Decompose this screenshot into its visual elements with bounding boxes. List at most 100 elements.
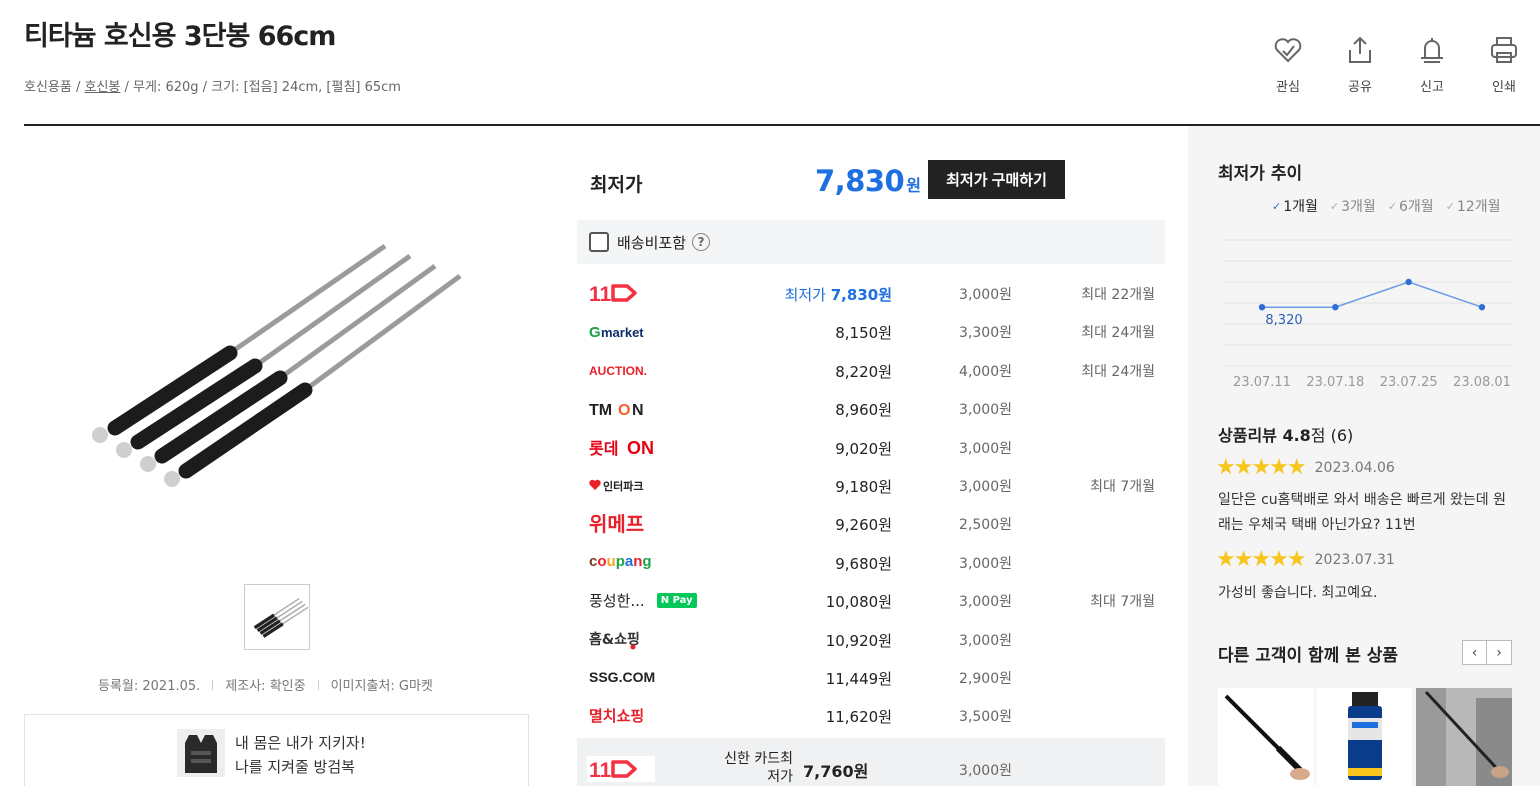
trend-point bbox=[1258, 304, 1266, 311]
shipping-fee: 3,000원 bbox=[959, 555, 1012, 572]
wishlist-button[interactable]: 관심 bbox=[1252, 34, 1324, 95]
action-toolbar: 관심 공유 신고 인쇄 bbox=[1252, 34, 1540, 95]
period-tabs: ✓ 1개월 ✓ 3개월 ✓ 6개월 ✓ 12개월 bbox=[1272, 196, 1512, 216]
print-label: 인쇄 bbox=[1492, 80, 1516, 95]
bell-icon bbox=[1421, 38, 1443, 63]
also-viewed-product-3[interactable] bbox=[1416, 688, 1512, 786]
seller-price: 8,220원 bbox=[835, 362, 892, 381]
x-tick-label: 23.08.01 bbox=[1453, 375, 1511, 390]
seller-price: 8,960원 bbox=[835, 401, 892, 420]
svg-text:위메프: 위메프 bbox=[589, 512, 644, 536]
shipping-fee: 3,000원 bbox=[959, 594, 1012, 611]
ad-banner[interactable]: 내 몸은 내가 지키자! 나를 지켜줄 방검복 bbox=[24, 714, 529, 786]
svg-text:11: 11 bbox=[589, 283, 612, 305]
data-label: 8,320 bbox=[1265, 313, 1302, 328]
image-source: 이미지출처: G마켓 bbox=[330, 679, 433, 694]
breadcrumb: 호신용품 / 호신봉 / 무게: 620g / 크기: [접음] 24cm, [… bbox=[24, 80, 401, 95]
product-thumbnail[interactable] bbox=[244, 584, 310, 650]
seller-row-coupang[interactable]: coupang 9,680원 3,000원 bbox=[577, 543, 1165, 581]
11st-logo: 11 bbox=[587, 756, 655, 782]
shipping-fee: 3,000원 bbox=[959, 287, 1012, 303]
seller-price: 11,449원 bbox=[825, 669, 892, 688]
seller-row-gmarket[interactable]: Gmarket 8,150원 3,300원 최대 24개월 bbox=[577, 312, 1165, 350]
registered-date: 등록월: 2021.05. bbox=[98, 679, 201, 694]
breadcrumb-subcategory[interactable]: 호신봉 bbox=[85, 80, 121, 95]
share-icon bbox=[1349, 36, 1371, 63]
svg-text:market: market bbox=[601, 325, 644, 340]
seller-price: 9,020원 bbox=[835, 439, 892, 458]
also-viewed-product-1[interactable] bbox=[1218, 688, 1314, 786]
product-main-image[interactable] bbox=[80, 228, 480, 508]
seller-row-pungseong[interactable]: 풍성한... N Pay 10,080원 3,000원 최대 7개월 bbox=[577, 581, 1165, 619]
svg-text:인터파크: 인터파크 bbox=[603, 479, 643, 493]
seller-price: 10,920원 bbox=[825, 631, 892, 650]
period-tab-6m[interactable]: ✓ 6개월 bbox=[1388, 196, 1434, 216]
svg-text:TM: TM bbox=[589, 402, 612, 418]
buy-lowest-button[interactable]: 최저가 구매하기 bbox=[928, 160, 1065, 199]
check-icon: ✓ bbox=[1272, 199, 1282, 213]
review-date: 2023.07.31 bbox=[1314, 552, 1395, 568]
ssg-logo: SSG.COM bbox=[589, 664, 659, 690]
homeshopping-logo: 홈&쇼핑 bbox=[589, 626, 659, 652]
card-lowest-row[interactable]: 11 신한 카드최저가 7,760원 3,000원 bbox=[577, 738, 1165, 786]
svg-text:O: O bbox=[618, 402, 630, 418]
trend-point bbox=[1332, 304, 1339, 311]
price-trend-title: 최저가 추이 bbox=[1218, 164, 1303, 184]
x-tick-label: 23.07.18 bbox=[1306, 375, 1364, 390]
review-summary[interactable]: 상품리뷰 4.8점 (6) bbox=[1218, 422, 1353, 446]
product-meta: 등록월: 2021.05. 제조사: 확인중 이미지출처: G마켓 bbox=[98, 675, 433, 694]
baton-3 bbox=[140, 263, 437, 472]
printer-icon bbox=[1491, 37, 1517, 63]
also-viewed-product-2[interactable] bbox=[1316, 688, 1412, 786]
period-tab-12m[interactable]: ✓ 12개월 bbox=[1446, 196, 1501, 216]
seller-row-myulchi[interactable]: 멸치쇼핑 11,620원 3,500원 bbox=[577, 696, 1165, 734]
seller-row-tmon[interactable]: TM O N 8,960원 3,000원 bbox=[577, 389, 1165, 427]
seller-row-homeshopping[interactable]: 홈&쇼핑 10,920원 3,000원 bbox=[577, 620, 1165, 658]
report-button[interactable]: 신고 bbox=[1396, 34, 1468, 95]
help-icon[interactable]: ? bbox=[692, 233, 711, 251]
svg-text:coupang: coupang bbox=[589, 553, 652, 570]
svg-text:11: 11 bbox=[589, 759, 612, 781]
share-label: 공유 bbox=[1348, 80, 1372, 95]
svg-text:G: G bbox=[589, 324, 601, 341]
seller-price: 11,620원 bbox=[825, 708, 892, 727]
seller-row-interpark[interactable]: 인터파크 9,180원 3,000원 최대 7개월 bbox=[577, 466, 1165, 504]
shipping-fee: 3,000원 bbox=[959, 763, 1012, 779]
print-button[interactable]: 인쇄 bbox=[1468, 34, 1540, 95]
period-tab-1m[interactable]: ✓ 1개월 bbox=[1272, 196, 1318, 216]
review-rating: ★★★★★ 2023.07.31 bbox=[1216, 549, 1395, 571]
next-button[interactable]: › bbox=[1487, 640, 1512, 665]
share-button[interactable]: 공유 bbox=[1324, 34, 1396, 95]
auction-logo: AUCTION. bbox=[589, 357, 655, 383]
shipping-fee: 3,000원 bbox=[959, 478, 1012, 495]
tmon-logo: TM O N bbox=[589, 395, 655, 421]
review-text[interactable]: 가성비 좋습니다. 최고예요. bbox=[1218, 581, 1518, 606]
installment: 최대 24개월 bbox=[1081, 363, 1155, 380]
11st-logo: 11 bbox=[589, 280, 639, 306]
seller-row-11st[interactable]: 11 최저가 7,830원 3,000원 최대 22개월 bbox=[577, 274, 1165, 312]
card-lowest-label: 신한 카드최저가 bbox=[724, 751, 793, 785]
prev-button[interactable]: ‹ bbox=[1462, 640, 1487, 665]
price-trend-chart: 23.07.11 23.07.18 23.07.25 23.08.01 8,320 bbox=[1224, 239, 1512, 390]
seller-row-ssg[interactable]: SSG.COM 11,449원 2,900원 bbox=[577, 658, 1165, 696]
right-sidebar: 최저가 추이 ✓ 1개월 ✓ 3개월 ✓ 6개월 ✓ 12개월 23.07.11 23.0… bbox=[1188, 126, 1540, 786]
include-shipping-label[interactable]: 배송비포함 bbox=[617, 232, 686, 253]
seller-row-auction[interactable]: AUCTION. 8,220원 4,000원 최대 24개월 bbox=[577, 351, 1165, 389]
npay-badge: N Pay bbox=[656, 592, 697, 608]
ad-line-1: 내 몸은 내가 지키자! bbox=[235, 734, 366, 752]
star-icons: ★★★★★ bbox=[1216, 455, 1307, 480]
seller-row-wemakeprice[interactable]: 위메프 9,260원 2,500원 bbox=[577, 504, 1165, 542]
seller-price: 9,180원 bbox=[835, 477, 892, 496]
include-shipping-checkbox[interactable] bbox=[589, 232, 609, 252]
review-score: 4.8 bbox=[1282, 426, 1311, 445]
wishlist-label: 관심 bbox=[1276, 80, 1300, 95]
seller-price: 10,080원 bbox=[825, 593, 892, 612]
period-tab-3m[interactable]: ✓ 3개월 bbox=[1330, 196, 1376, 216]
breadcrumb-category[interactable]: 호신용품 bbox=[24, 80, 72, 95]
svg-text:AUCTION.: AUCTION. bbox=[589, 364, 647, 378]
lowest-price: 7,830 원 bbox=[815, 164, 921, 198]
review-rating: ★★★★★ 2023.04.06 bbox=[1216, 457, 1395, 479]
vest-image bbox=[177, 729, 225, 777]
review-text[interactable]: 일단은 cu홈택배로 와서 배송은 빠르게 왔는데 원래는 우체국 택배 아닌가… bbox=[1218, 488, 1518, 538]
seller-row-lotteon[interactable]: 롯데 ON 9,020원 3,000원 bbox=[577, 428, 1165, 466]
